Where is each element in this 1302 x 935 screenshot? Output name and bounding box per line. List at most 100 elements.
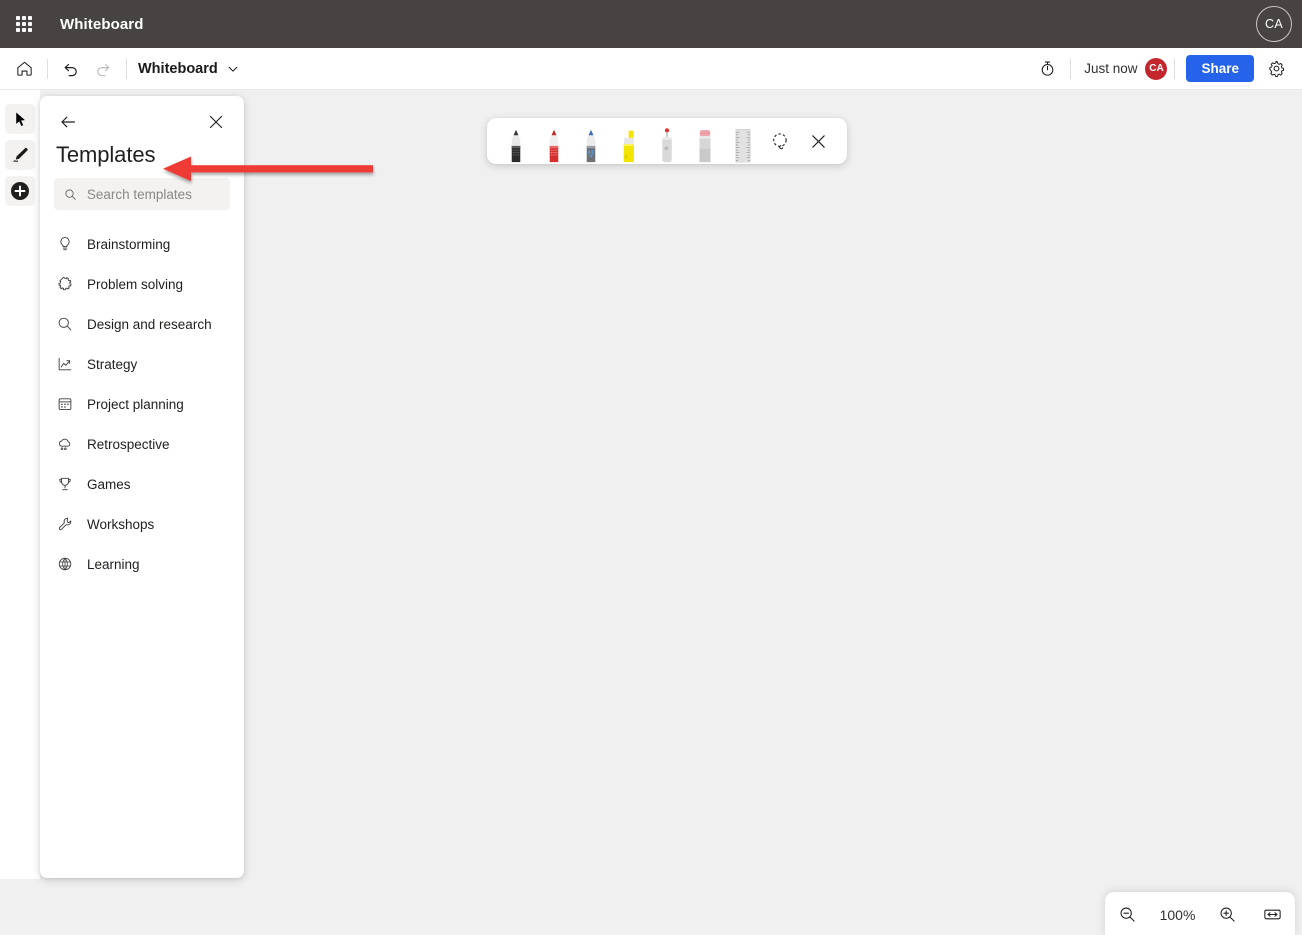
fit-to-screen-icon [1264,909,1281,920]
category-item-retrospective[interactable]: Retrospective [40,424,244,464]
calendar-icon [56,396,73,413]
magnifier-icon [56,316,73,333]
redo-button[interactable] [87,54,119,84]
avatar[interactable]: CA [1256,6,1292,42]
category-label: Design and research [87,316,212,332]
trophy-icon [56,476,73,493]
ruler-icon [735,129,750,163]
lightbulb-icon [56,236,73,253]
eraser-button[interactable] [686,118,724,164]
whiteboard-app: Whiteboard CA Whiteboard Just now CA Sha… [0,0,1302,935]
highlighter-yellow-button[interactable] [610,118,648,164]
black-pen-icon [511,129,521,163]
app-toolbar-right: Just now CA Share [1031,54,1302,84]
divider [126,58,127,79]
redo-icon [97,63,110,76]
panel-close-button[interactable] [204,110,228,134]
home-button[interactable] [8,54,40,84]
category-item-strategy[interactable]: Strategy [40,344,244,384]
fit-to-screen-button[interactable] [1257,899,1289,931]
app-launcher-icon[interactable] [10,10,38,38]
category-label: Brainstorming [87,236,171,252]
arrow-left-icon [61,116,76,128]
cloud-rain-icon [56,436,73,453]
category-item-design-and-research[interactable]: Design and research [40,304,244,344]
red-pen-icon [549,129,558,163]
templates-panel: Templates Brainstorming [40,96,244,878]
left-tool-rail [0,90,40,879]
lasso-icon [773,132,787,149]
search-container [40,178,244,210]
category-item-problem-solving[interactable]: Problem solving [40,264,244,304]
lasso-select-button[interactable] [761,118,799,164]
eraser-icon [699,129,711,163]
wrench-icon [56,516,73,533]
close-icon [811,134,825,148]
category-label: Retrospective [87,436,170,452]
divider [1174,58,1176,79]
share-button[interactable]: Share [1186,55,1254,82]
ink-tool-button[interactable] [5,140,35,170]
template-category-list: Brainstorming Problem solving Design and… [40,210,244,584]
category-item-learning[interactable]: Learning [40,544,244,584]
settings-button[interactable] [1260,54,1292,84]
divider [47,58,48,79]
category-item-project-planning[interactable]: Project planning [40,384,244,424]
panel-back-button[interactable] [56,110,80,134]
chevron-down-icon [228,66,238,72]
search-input[interactable] [86,186,220,202]
close-inking-toolbar-button[interactable] [799,118,837,164]
category-label: Strategy [87,356,138,372]
gear-icon [1268,60,1284,77]
category-label: Workshops [87,516,155,532]
blue-pen-icon [587,129,596,163]
search-box[interactable] [54,178,230,210]
trend-chart-icon [56,356,73,373]
yellow-highlighter-icon [623,130,635,163]
timer-button[interactable] [1031,54,1063,84]
undo-button[interactable] [55,54,87,84]
plus-circle-icon [11,182,29,200]
home-icon [16,61,32,76]
laser-pointer-icon [662,128,672,163]
document-menu-button[interactable] [226,62,240,76]
close-icon [209,115,223,129]
cursor-arrow-icon [15,111,25,126]
zoom-level[interactable]: 100% [1157,907,1199,923]
presence-initials: CA [1149,63,1164,74]
pen-black-button[interactable] [497,118,535,164]
document-name[interactable]: Whiteboard [138,61,218,77]
laser-pointer-button[interactable] [648,118,686,164]
category-label: Problem solving [87,276,184,292]
create-tool-button[interactable] [5,176,35,206]
zoom-in-icon [1220,907,1235,922]
category-item-games[interactable]: Games [40,464,244,504]
app-title: Whiteboard [60,15,144,33]
timer-icon [1041,61,1054,76]
pen-icon [13,148,28,162]
zoom-controls: 100% [1105,892,1295,935]
category-label: Learning [87,556,140,572]
panel-header [40,96,244,138]
presence-avatar[interactable]: CA [1145,57,1168,80]
suite-header: Whiteboard CA [0,0,1302,48]
pen-red-button[interactable] [535,118,573,164]
inking-toolbar [487,118,847,164]
search-icon [65,188,76,200]
app-toolbar: Whiteboard Just now CA Share [0,48,1302,90]
page-title: Templates [56,142,156,167]
save-status: Just now [1084,61,1138,76]
category-item-brainstorming[interactable]: Brainstorming [40,224,244,264]
zoom-out-icon [1120,907,1135,922]
undo-icon [64,63,77,76]
divider [1070,58,1072,79]
ruler-button[interactable] [724,118,762,164]
select-tool-button[interactable] [5,104,35,134]
category-label: Games [87,476,131,492]
puzzle-icon [56,276,73,293]
zoom-in-button[interactable] [1212,899,1244,931]
pen-blue-button[interactable] [573,118,611,164]
zoom-out-button[interactable] [1112,899,1144,931]
category-item-workshops[interactable]: Workshops [40,504,244,544]
category-label: Project planning [87,396,184,412]
